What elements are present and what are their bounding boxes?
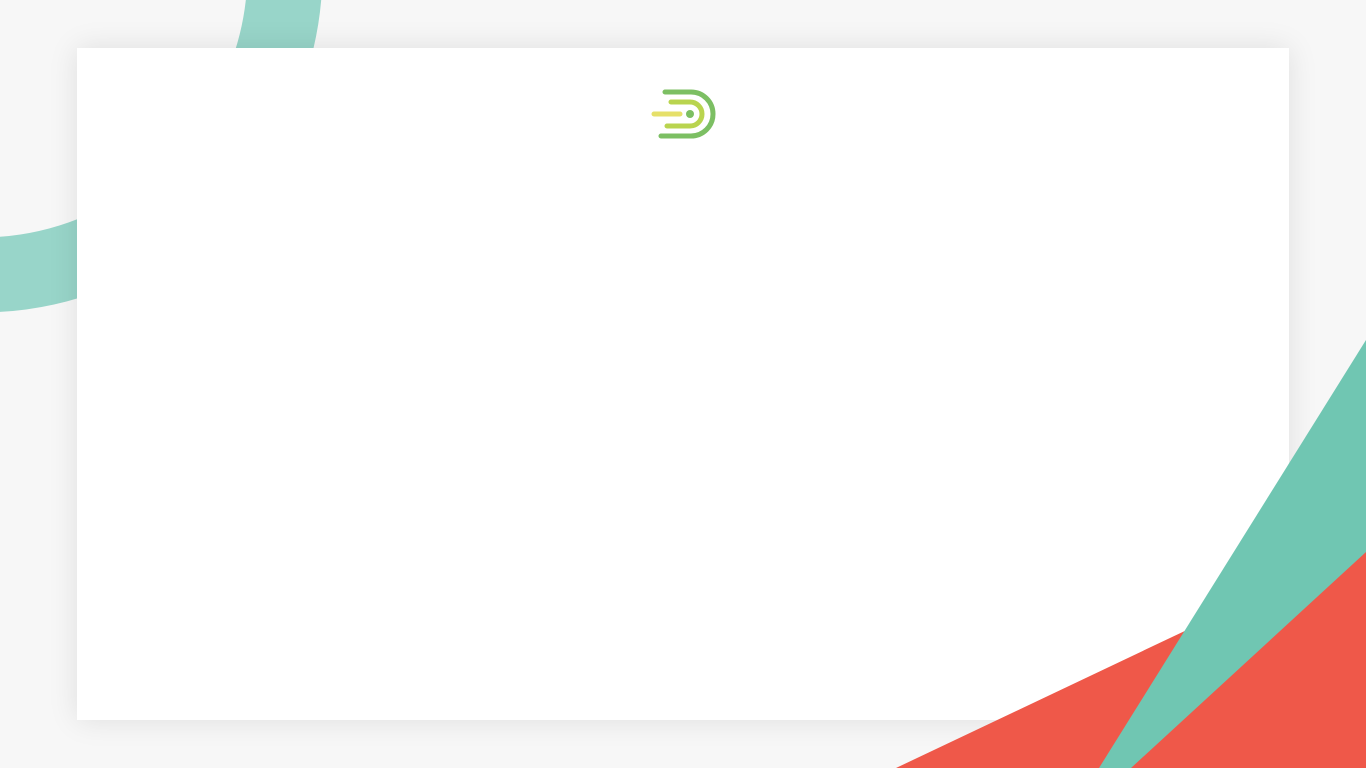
brand-logo-icon [650, 88, 716, 140]
login-page [0, 0, 1366, 768]
content-card [77, 48, 1289, 720]
